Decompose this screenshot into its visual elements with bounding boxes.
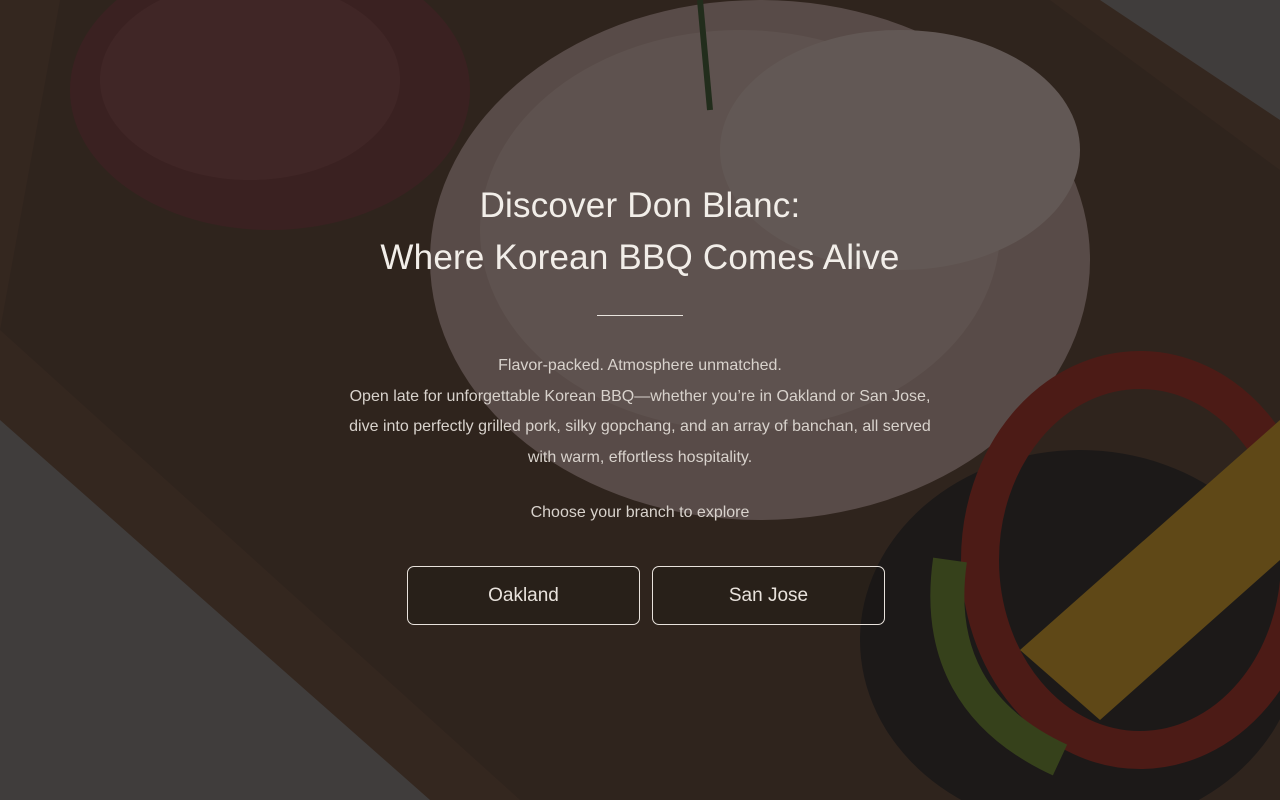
hero-title: Discover Don Blanc: Where Korean BBQ Com… (0, 180, 1280, 284)
hero-section: Discover Don Blanc: Where Korean BBQ Com… (0, 0, 1280, 800)
hero-description: Flavor-packed. Atmosphere unmatched. Ope… (340, 351, 940, 473)
hero-title-line1: Discover Don Blanc: (479, 186, 801, 225)
san-jose-button[interactable]: San Jose (652, 566, 885, 625)
choose-branch-prompt: Choose your branch to explore (530, 504, 750, 521)
title-divider (597, 315, 683, 316)
hero-title-line2: Where Korean BBQ Comes Alive (380, 238, 900, 277)
hero-description-text: Open late for unforgettable Korean BBQ—w… (349, 387, 931, 466)
landing-page: Discover Don Blanc: Where Korean BBQ Com… (0, 0, 1280, 800)
hero-tagline: Flavor-packed. Atmosphere unmatched. (498, 357, 782, 374)
oakland-button[interactable]: Oakland (407, 566, 640, 625)
